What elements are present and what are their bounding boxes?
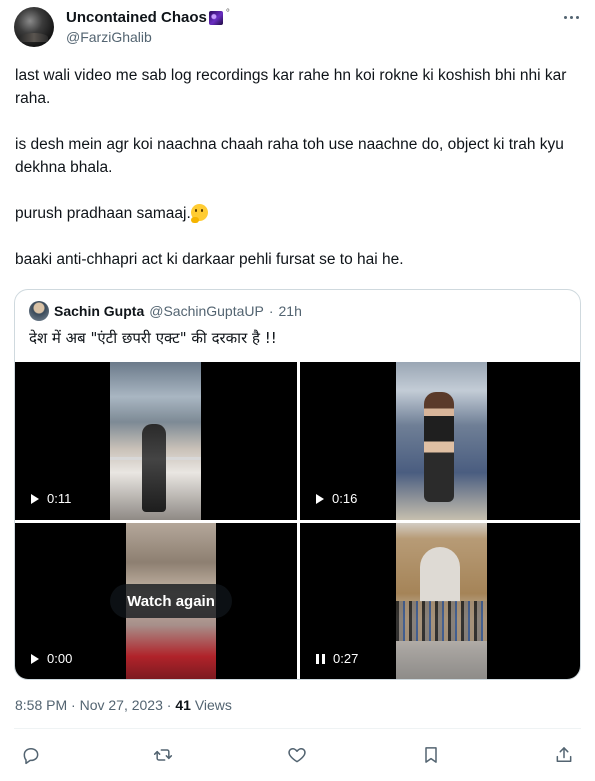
divider	[14, 728, 581, 729]
retweet-icon[interactable]	[152, 744, 174, 766]
play-icon	[316, 493, 324, 504]
video-1-frame	[110, 362, 201, 520]
video-1-duration: 0:11	[47, 491, 72, 506]
views-count: 41	[175, 697, 191, 713]
bookmark-icon[interactable]	[420, 744, 442, 766]
author-handle[interactable]: @FarziGhalib	[66, 29, 152, 45]
video-2[interactable]: 0:16	[300, 362, 580, 520]
tweet-paragraph-2: is desh mein agr koi naachna chaah raha …	[15, 136, 569, 176]
play-icon	[31, 493, 39, 504]
video-4-duration: 0:27	[333, 651, 359, 666]
action-bar	[0, 742, 595, 772]
video-2-frame	[396, 362, 487, 520]
video-4[interactable]: 0:27	[300, 523, 580, 679]
author-avatar[interactable]	[14, 7, 54, 47]
sparkle-icon: °	[225, 8, 230, 19]
tweet-paragraph-4: baaki anti-chhapri act ki darkaar pehli …	[15, 251, 404, 268]
watch-again-button[interactable]: Watch again	[110, 584, 232, 618]
video-3-badge[interactable]: 0:00	[31, 651, 72, 666]
share-icon[interactable]	[553, 744, 575, 766]
video-1[interactable]: 0:11	[15, 362, 297, 520]
galaxy-icon	[208, 10, 223, 25]
video-3-duration: 0:00	[47, 651, 73, 666]
quoted-time: 21h	[278, 303, 302, 319]
tweet-paragraph-1: last wali video me sab log recordings ka…	[15, 67, 571, 107]
quoted-author-name: Sachin Gupta	[54, 303, 145, 319]
quoted-tweet[interactable]: Sachin Gupta @SachinGuptaUP · 21h देश मे…	[14, 289, 581, 680]
video-3[interactable]: Watch again 0:00	[15, 523, 297, 679]
tweet-header: Uncontained Chaos ° @FarziGhalib	[0, 0, 595, 60]
media-grid: 0:11 0:16 Watch again 0:00 0:27	[15, 362, 580, 679]
tweet-paragraph-3-text: purush pradhaan samaaj.	[15, 205, 191, 222]
pause-icon	[316, 653, 325, 664]
meta-separator-2: ·	[166, 697, 172, 713]
author-name-text: Uncontained Chaos	[66, 9, 207, 26]
video-4-badge[interactable]: 0:27	[316, 651, 358, 666]
tweet-time[interactable]: 8:58 PM	[15, 697, 67, 713]
more-options-icon[interactable]	[561, 10, 581, 24]
video-2-duration: 0:16	[332, 491, 358, 506]
quoted-author-handle: @SachinGuptaUP	[149, 303, 264, 319]
meta-separator-1: ·	[71, 697, 76, 713]
author-display-name[interactable]: Uncontained Chaos °	[66, 8, 230, 26]
tweet-paragraph-3: purush pradhaan samaaj.	[15, 202, 580, 225]
play-icon	[31, 653, 39, 664]
video-2-badge[interactable]: 0:16	[316, 491, 357, 506]
quoted-tweet-header: Sachin Gupta @SachinGuptaUP · 21h	[29, 301, 302, 321]
tweet-text: last wali video me sab log recordings ka…	[15, 64, 580, 271]
video-1-badge[interactable]: 0:11	[31, 491, 71, 506]
hugging-face-icon	[190, 204, 208, 223]
tweet-meta: 8:58 PM · Nov 27, 2023 · 41 Views	[15, 697, 232, 713]
views-label: Views	[194, 697, 232, 713]
reply-icon[interactable]	[20, 744, 42, 766]
video-4-frame	[396, 523, 487, 679]
quoted-tweet-text: देश में अब "एंटी छपरी एक्ट" की दरकार है …	[29, 329, 277, 347]
like-icon[interactable]	[286, 744, 308, 766]
quoted-separator: ·	[268, 303, 274, 319]
tweet-date[interactable]: Nov 27, 2023	[80, 697, 163, 713]
quoted-author-avatar	[29, 301, 49, 321]
